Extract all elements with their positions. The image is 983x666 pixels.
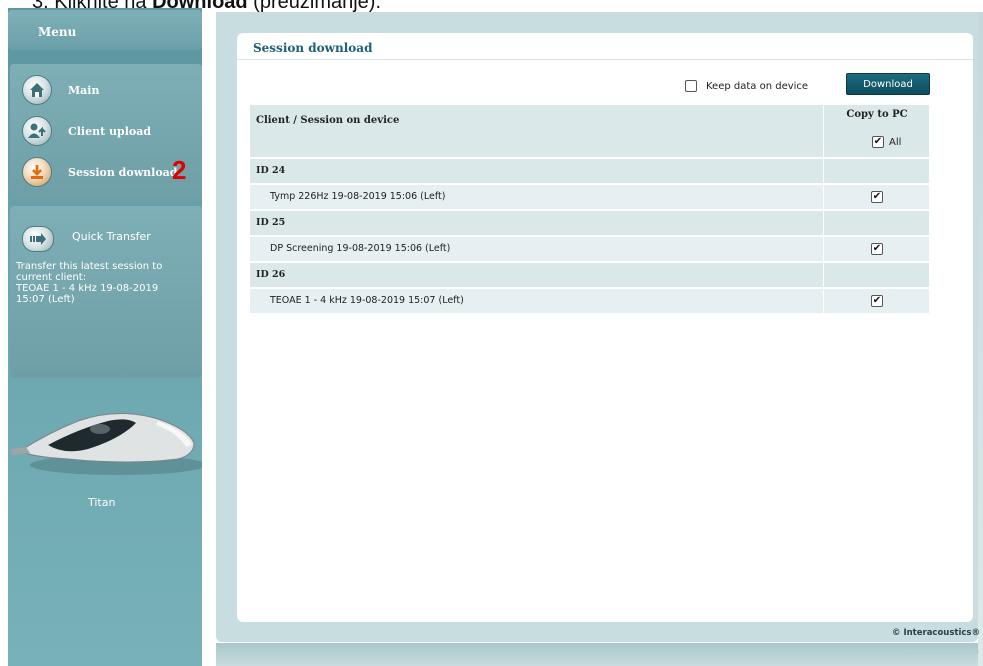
table-header: Client / Session on device Copy to PC ✔ … [250,105,929,157]
interacoustics-brand: © Interacoustics® [892,628,980,638]
quick-transfer-panel: Quick Transfer Transfer this latest sess… [10,206,202,378]
sidebar-item-label: Session download [68,166,178,179]
session-download-icon [22,157,52,187]
sidebar-item-label: Main [68,84,100,97]
session-table: Client / Session on device Copy to PC ✔ … [250,105,929,313]
bottom-strip [216,643,978,666]
select-all-label: All [889,136,902,148]
client-upload-icon [22,116,52,146]
quick-transfer-label[interactable]: Quick Transfer [72,230,151,243]
group-copy-cell [823,159,930,183]
sidebar-item-client-upload[interactable]: Client upload [10,113,202,153]
table-row-group: ID 26 [250,261,929,287]
select-all-option[interactable]: ✔ All [872,136,901,148]
right-tab-strip[interactable] [978,12,983,666]
session-label: Tymp 226Hz 19-08-2019 15:06 (Left) [270,191,446,202]
group-copy-cell [823,263,930,287]
table-row-session[interactable]: Tymp 226Hz 19-08-2019 15:06 (Left) ✔ [250,183,929,209]
table-row-group: ID 25 [250,209,929,235]
group-label: ID 26 [256,269,286,280]
group-label: ID 25 [256,217,286,228]
download-button[interactable]: Download [846,73,930,95]
select-all-checkbox[interactable]: ✔ [872,136,884,148]
device-name: Titan [88,496,116,509]
quick-transfer-description: Transfer this latest session to current … [16,261,163,305]
caption-suffix: (preuzimanje). [247,0,382,12]
panel-title: Session download [253,41,373,55]
sidebar-item-main[interactable]: Main [10,72,202,112]
keep-data-label: Keep data on device [706,80,809,92]
session-label: TEOAE 1 - 4 kHz 19-08-2019 15:07 (Left) [270,295,464,306]
quick-transfer-icon[interactable] [22,226,54,252]
group-copy-cell [823,211,930,235]
keep-data-option[interactable]: Keep data on device [685,80,808,92]
titan-device-image [10,413,202,475]
copy-to-pc-label: Copy to PC [846,109,908,120]
home-icon [22,75,52,105]
sidebar: Menu Main Client upload Session download… [8,8,202,666]
column-header-copy-to-pc: Copy to PC ✔ All [823,105,930,157]
session-label: DP Screening 19-08-2019 15:06 (Left) [270,243,451,254]
keep-data-checkbox[interactable] [685,80,697,92]
column-header-client-session: Client / Session on device [256,115,400,126]
copy-to-pc-checkbox[interactable]: ✔ [871,191,883,203]
session-copy-cell: ✔ [823,185,930,209]
table-row-session[interactable]: DP Screening 19-08-2019 15:06 (Left) ✔ [250,235,929,261]
copy-to-pc-checkbox[interactable]: ✔ [871,243,883,255]
group-label: ID 24 [256,165,286,176]
sidebar-item-label: Client upload [68,125,152,138]
annotation-2: 2 [172,155,187,185]
session-copy-cell: ✔ [823,289,930,313]
menu-header: Menu [8,10,202,50]
session-download-panel: Session download Keep data on device Dow… [237,33,973,622]
table-row-group: ID 24 [250,157,929,183]
table-row-session[interactable]: TEOAE 1 - 4 kHz 19-08-2019 15:07 (Left) … [250,287,929,313]
interacoustics-brand-reflection: © Interacoustics® [892,646,980,656]
session-copy-cell: ✔ [823,237,930,261]
copy-to-pc-checkbox[interactable]: ✔ [871,295,883,307]
title-divider [237,59,973,60]
menu-title: Menu [38,25,77,39]
